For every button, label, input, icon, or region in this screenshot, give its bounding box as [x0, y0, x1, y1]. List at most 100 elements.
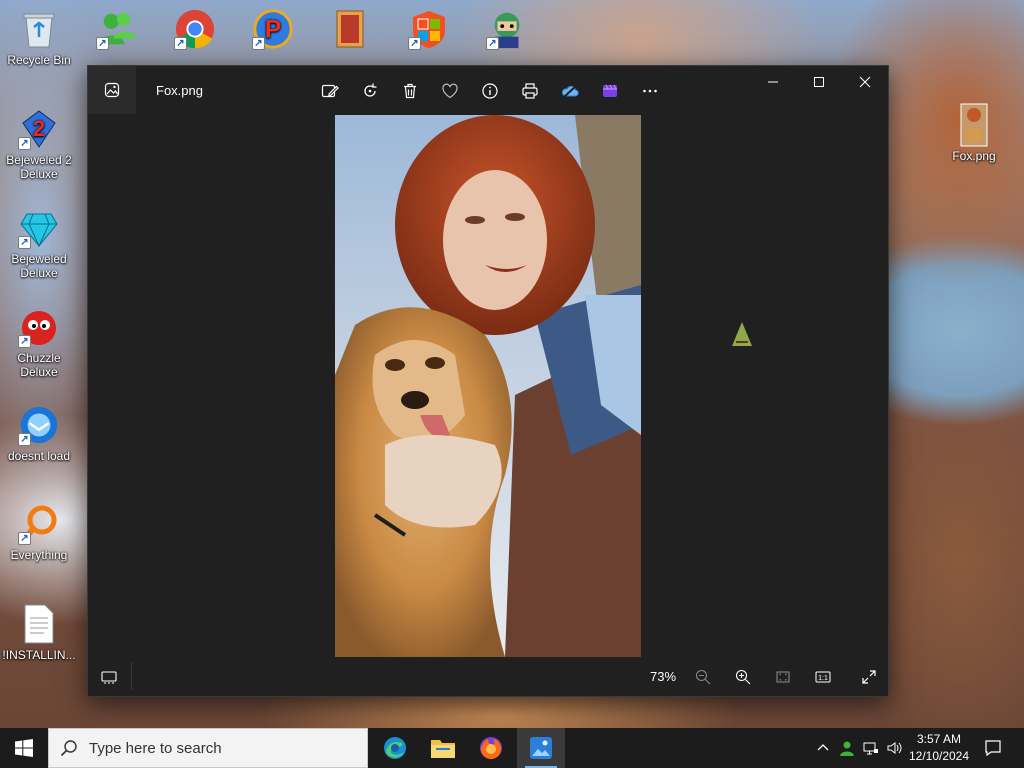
people-app-icon: ↗: [96, 8, 138, 50]
desktop-icon-fox-png[interactable]: Fox.png: [935, 103, 1013, 163]
desktop-icon-green-people[interactable]: ↗: [78, 8, 156, 53]
maximize-icon: [814, 77, 824, 87]
everything-search-icon: ↗: [18, 503, 60, 545]
desktop-icon-chuzzle[interactable]: ↗ Chuzzle Deluxe: [0, 306, 78, 379]
rotate-icon[interactable]: [356, 78, 384, 104]
shortcut-arrow-icon: ↗: [96, 37, 109, 50]
image-viewer[interactable]: [88, 114, 888, 658]
svg-text:P: P: [265, 17, 282, 44]
zoom-level: 73%: [649, 669, 677, 684]
desktop-icon-windows-app[interactable]: ↗: [390, 8, 468, 53]
zoom-out-icon[interactable]: [692, 667, 714, 687]
chevron-up-icon[interactable]: [812, 728, 834, 768]
text-document-icon: [18, 603, 60, 645]
recycle-bin-icon: [18, 8, 60, 50]
desktop-icon-label: Recycle Bin: [7, 53, 71, 67]
chuzzle-icon: ↗: [18, 306, 60, 348]
clock-time: 3:57 AM: [916, 732, 962, 746]
folder-icon: [431, 740, 455, 758]
desktop-icon-recycle-bin[interactable]: Recycle Bin: [0, 8, 78, 67]
image-file-icon: [953, 103, 995, 147]
desktop-icon-bejeweled[interactable]: ↗ Bejeweled Deluxe: [0, 207, 78, 280]
taskbar-search-box[interactable]: Type here to search: [48, 728, 368, 768]
taskbar-edge[interactable]: [371, 728, 419, 768]
start-button[interactable]: [0, 728, 48, 768]
desktop-icon-game-character[interactable]: ↗: [468, 8, 546, 53]
shortcut-arrow-icon: ↗: [18, 236, 31, 249]
edge-icon: [384, 737, 406, 759]
desktop-icon-label: Everything: [10, 548, 68, 562]
close-icon: [859, 76, 871, 88]
desktop-icon-bejeweled-2[interactable]: 2 ↗ Bejeweled 2 Deluxe: [0, 108, 78, 181]
taskbar-file-explorer[interactable]: [419, 728, 467, 768]
shortcut-arrow-icon: ↗: [174, 37, 187, 50]
taskbar: Type here to search 3:57 AM 12/10/2024: [0, 728, 1024, 768]
photos-app-icon[interactable]: [88, 66, 136, 114]
fullscreen-icon[interactable]: [858, 667, 880, 687]
info-icon[interactable]: [476, 78, 504, 104]
photos-window: Fox.png 73% 1:1: [87, 65, 889, 697]
svg-text:2: 2: [33, 116, 45, 141]
printer-icon[interactable]: [516, 78, 544, 104]
ellipsis-icon[interactable]: [636, 78, 664, 104]
search-icon: [49, 739, 89, 757]
bejeweled-icon: ↗: [18, 207, 60, 249]
fit-to-window-icon[interactable]: [772, 667, 794, 687]
clipchamp-icon[interactable]: [596, 78, 624, 104]
maximize-button[interactable]: [796, 66, 842, 98]
desktop-icon-puzzle[interactable]: P ↗: [234, 8, 312, 53]
trash-icon[interactable]: [396, 78, 424, 104]
close-button[interactable]: [842, 66, 888, 98]
notification-icon[interactable]: [978, 728, 1008, 768]
firefox-icon: [480, 737, 502, 759]
actual-size-button[interactable]: 1:1: [812, 667, 834, 687]
search-placeholder: Type here to search: [89, 739, 222, 757]
desktop-icon-everything[interactable]: ↗ Everything: [0, 503, 78, 562]
onedrive-cloud-icon[interactable]: [556, 78, 584, 104]
taskbar-photos[interactable]: [517, 728, 565, 768]
clock[interactable]: 3:57 AM 12/10/2024: [908, 731, 970, 765]
taskbar-firefox[interactable]: [467, 728, 515, 768]
desktop-icon-label: Fox.png: [952, 149, 996, 163]
clock-date: 12/10/2024: [908, 749, 970, 763]
minimize-icon: [768, 81, 778, 83]
desktop-icon-chrome[interactable]: ↗: [156, 8, 234, 53]
shortcut-arrow-icon: ↗: [408, 37, 421, 50]
shortcut-arrow-icon: ↗: [18, 335, 31, 348]
desktop-icon-label: Chuzzle Deluxe: [17, 351, 61, 379]
file-title: Fox.png: [156, 83, 203, 98]
desktop-icon-label: doesnt load: [7, 449, 71, 463]
fox-photo: [335, 115, 641, 657]
photos-icon: [530, 737, 552, 759]
cursor-icon: [732, 322, 752, 346]
thunderbird-icon: ↗: [18, 404, 60, 446]
shortcut-arrow-icon: ↗: [252, 37, 265, 50]
shortcut-arrow-icon: ↗: [486, 37, 499, 50]
desktop-icon-steam-folder[interactable]: [312, 8, 390, 53]
shortcut-arrow-icon: ↗: [18, 532, 31, 545]
title-bar: Fox.png: [88, 66, 888, 114]
windows-start-icon: [15, 739, 33, 757]
windows-logo-icon: ↗: [408, 8, 450, 50]
actual-size-label: 1:1: [818, 675, 828, 682]
edit-image-icon[interactable]: [316, 78, 344, 104]
desktop-icon-label: Bejeweled Deluxe: [11, 252, 67, 280]
minimize-button[interactable]: [750, 66, 796, 98]
separator: [131, 662, 132, 690]
desktop-icon-installing[interactable]: !INSTALLIN...: [0, 603, 78, 662]
heart-icon[interactable]: [436, 78, 464, 104]
bejeweled-2-icon: 2 ↗: [18, 108, 60, 150]
people-icon[interactable]: [836, 728, 858, 768]
filmstrip-icon[interactable]: [98, 668, 120, 686]
desktop-icon-thunderbird[interactable]: ↗ doesnt load: [0, 404, 78, 463]
network-icon[interactable]: [860, 728, 882, 768]
game-character-icon: ↗: [486, 8, 528, 50]
folder-game-icon: [330, 8, 372, 50]
volume-icon[interactable]: [883, 728, 905, 768]
puzzle-game-icon: P ↗: [252, 8, 294, 50]
shortcut-arrow-icon: ↗: [18, 137, 31, 150]
desktop-icon-label: !INSTALLIN...: [2, 648, 76, 662]
shortcut-arrow-icon: ↗: [18, 433, 31, 446]
zoom-in-icon[interactable]: [732, 667, 754, 687]
bottom-bar: 73% 1:1: [88, 658, 888, 696]
